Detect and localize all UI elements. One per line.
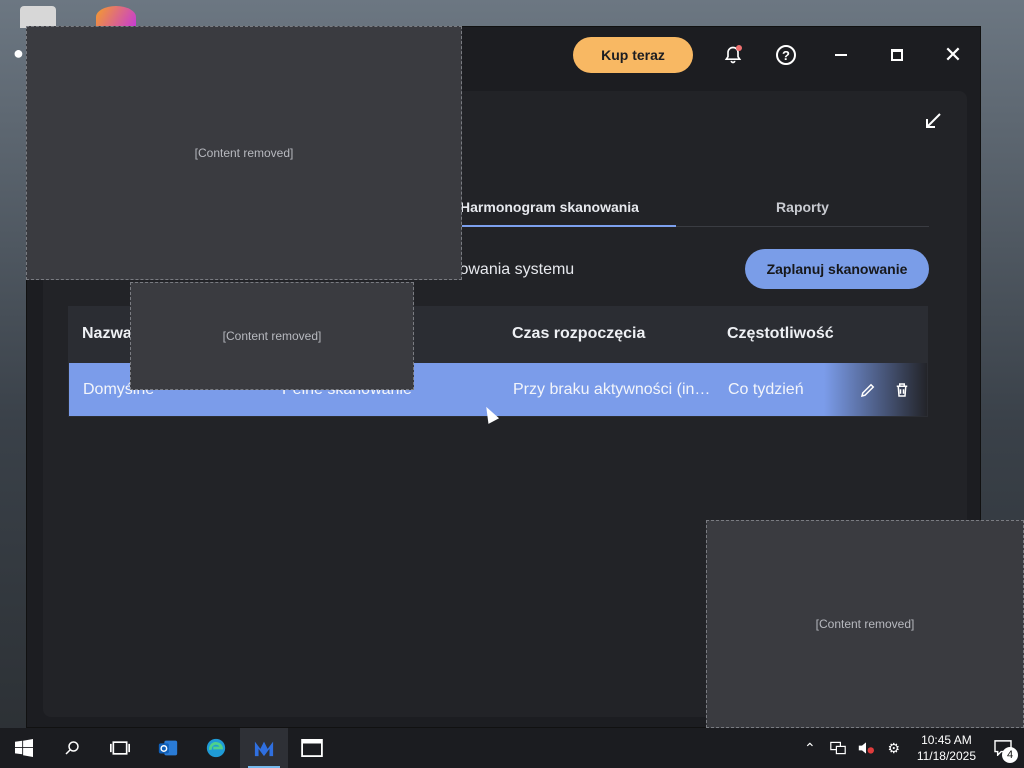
search-icon[interactable]: [48, 728, 96, 768]
minimize-icon[interactable]: [825, 39, 857, 71]
desktop-shortcut-icon[interactable]: [20, 6, 56, 28]
network-icon[interactable]: [829, 739, 847, 757]
outlook-icon[interactable]: [144, 728, 192, 768]
system-tray: ⌃ ⚙ 10:45 AM 11/18/2025 4: [801, 728, 1024, 768]
collapse-arrow-icon[interactable]: [921, 109, 945, 133]
task-view-icon[interactable]: [96, 728, 144, 768]
volume-muted-icon[interactable]: [857, 739, 875, 757]
removed-overlay: [Content removed]: [26, 26, 462, 280]
schedule-scan-button[interactable]: Zaplanuj skanowanie: [745, 249, 929, 289]
bell-icon[interactable]: [717, 39, 749, 71]
close-icon[interactable]: ✕: [937, 39, 969, 71]
cell-start: Przy braku aktywności (interwał): [513, 380, 714, 398]
maximize-icon[interactable]: [881, 39, 913, 71]
settings-gear-icon[interactable]: ⚙: [885, 739, 903, 757]
removed-overlay: [Content removed]: [130, 282, 414, 390]
clock-date: 11/18/2025: [916, 749, 976, 763]
window-app-icon[interactable]: [288, 728, 336, 768]
taskbar: ⌃ ⚙ 10:45 AM 11/18/2025 4: [0, 728, 1024, 768]
clock-time: 10:45 AM: [921, 733, 972, 747]
edit-icon[interactable]: [857, 379, 879, 401]
header-frequency: Częstotliwość: [727, 325, 834, 342]
start-button[interactable]: [0, 728, 48, 768]
cell-frequency: Co tydzień: [728, 380, 804, 398]
tab-reports[interactable]: Raporty: [676, 187, 929, 226]
trash-icon[interactable]: [891, 379, 913, 401]
help-icon[interactable]: ?: [770, 39, 802, 71]
clock[interactable]: 10:45 AM 11/18/2025: [913, 732, 980, 764]
tab-bar: Harmonogram skanowania Raporty: [423, 187, 929, 227]
app-logo-icon: ●: [13, 43, 24, 63]
removed-overlay: [Content removed]: [706, 520, 1024, 728]
notification-count-badge: 4: [1002, 747, 1018, 763]
malwarebytes-icon[interactable]: [240, 728, 288, 768]
notification-center-icon[interactable]: 4: [990, 735, 1018, 763]
desktop-shortcut-icon[interactable]: [96, 6, 136, 28]
header-start: Czas rozpoczęcia: [512, 325, 646, 342]
edge-icon[interactable]: [192, 728, 240, 768]
buy-now-button[interactable]: Kup teraz: [573, 37, 693, 73]
chevron-up-icon[interactable]: ⌃: [801, 739, 819, 757]
notification-dot: [736, 45, 742, 51]
